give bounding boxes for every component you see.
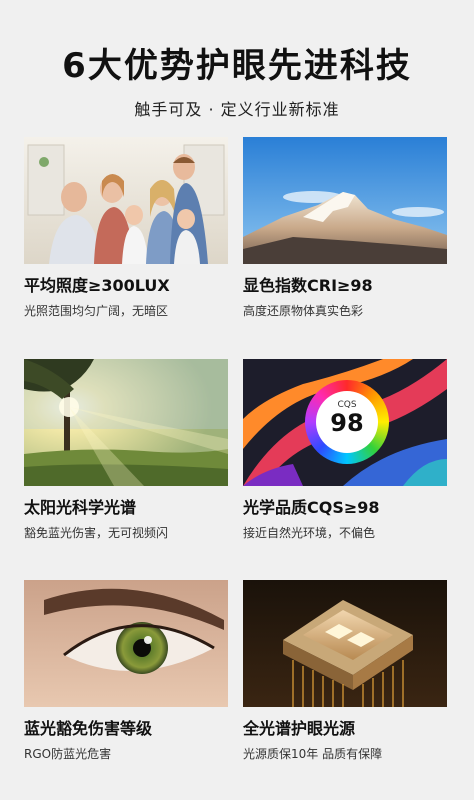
feature-desc: 豁免蓝光伤害，无可视频闪 — [24, 526, 169, 540]
feature-card-bluelight: 蓝光豁免伤害等级 RGO防蓝光危害 — [24, 580, 228, 762]
feature-card-spectrum: 太阳光科学光谱 豁免蓝光伤害，无可视频闪 — [24, 359, 228, 541]
feature-heading: 蓝光豁免伤害等级 — [24, 719, 153, 738]
eye-photo — [24, 580, 228, 707]
feature-card-full-spectrum: 全光谱护眼光源 光源质保10年 品质有保障 — [243, 580, 447, 762]
feature-heading: 显色指数CRI≥98 — [243, 276, 373, 295]
led-chip-image — [243, 580, 447, 707]
feature-desc: 光照范围均匀广阔，无暗区 — [24, 304, 169, 318]
feature-desc: 接近自然光环境，不偏色 — [243, 526, 376, 540]
feature-desc: 光源质保10年 品质有保障 — [243, 747, 383, 761]
feature-card-cri: 显色指数CRI≥98 高度还原物体真实色彩 — [243, 137, 447, 319]
feature-heading: 光学品质CQS≥98 — [243, 498, 380, 517]
mountain-photo — [243, 137, 447, 264]
feature-heading: 平均照度≥300LUX — [24, 276, 170, 295]
sunlight-forest-photo — [24, 359, 228, 486]
feature-desc: 高度还原物体真实色彩 — [243, 304, 364, 318]
color-swirl-image: CQS 98 — [243, 359, 447, 486]
feature-heading: 太阳光科学光谱 — [24, 498, 137, 517]
family-photo — [24, 137, 228, 264]
feature-card-illuminance: 平均照度≥300LUX 光照范围均匀广阔，无暗区 — [24, 137, 228, 319]
cqs-badge: CQS 98 — [305, 380, 389, 464]
page-subtitle: 触手可及 · 定义行业新标准 — [134, 100, 340, 119]
feature-heading: 全光谱护眼光源 — [243, 719, 356, 738]
page-title: 6大优势护眼先进科技 — [62, 46, 412, 86]
feature-card-cqs: CQS 98 光学品质CQS≥98 接近自然光环境，不偏色 — [243, 359, 447, 541]
cqs-value: 98 — [330, 409, 364, 437]
feature-desc: RGO防蓝光危害 — [24, 747, 112, 761]
